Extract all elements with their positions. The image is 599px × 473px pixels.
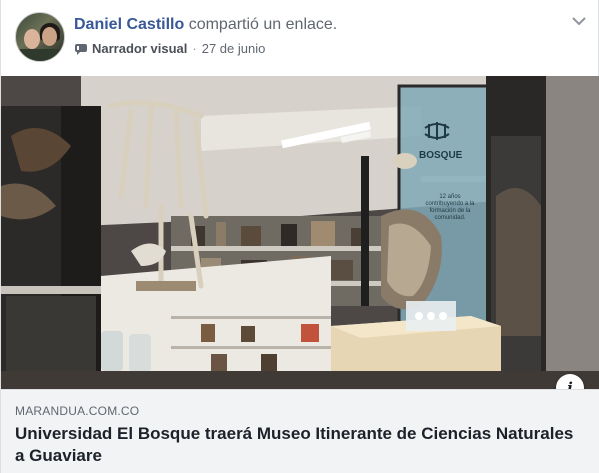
exhibit-sign-title: BOSQUE bbox=[419, 150, 463, 161]
exhibit-sign-text: 12 años contribuyendo a la formación de … bbox=[425, 194, 475, 221]
shared-link-post: Daniel Castillo compartió un enlace. Nar… bbox=[0, 0, 599, 473]
meta-separator: · bbox=[192, 41, 197, 56]
author-line: Daniel Castillo compartió un enlace. bbox=[74, 15, 337, 35]
post-header: Daniel Castillo compartió un enlace. Nar… bbox=[1, 0, 599, 76]
page-flag-icon bbox=[74, 43, 88, 55]
avatar[interactable] bbox=[15, 12, 65, 62]
link-domain: MARANDUA.COM.CO bbox=[15, 404, 140, 418]
page-name-link[interactable]: Narrador visual bbox=[92, 40, 187, 58]
link-title[interactable]: Universidad El Bosque traerá Museo Itine… bbox=[15, 423, 575, 467]
post-meta: Narrador visual · 27 de junio bbox=[74, 40, 265, 58]
post-timestamp[interactable]: 27 de junio bbox=[202, 40, 266, 58]
author-name[interactable]: Daniel Castillo bbox=[74, 16, 184, 33]
post-action-text: compartió un enlace. bbox=[188, 16, 338, 33]
chevron-down-icon[interactable] bbox=[570, 14, 588, 28]
link-preview-image[interactable]: BOSQUE 12 años contribuyendo a la formac… bbox=[1, 76, 599, 389]
link-preview-caption[interactable]: MARANDUA.COM.CO Universidad El Bosque tr… bbox=[1, 389, 599, 473]
